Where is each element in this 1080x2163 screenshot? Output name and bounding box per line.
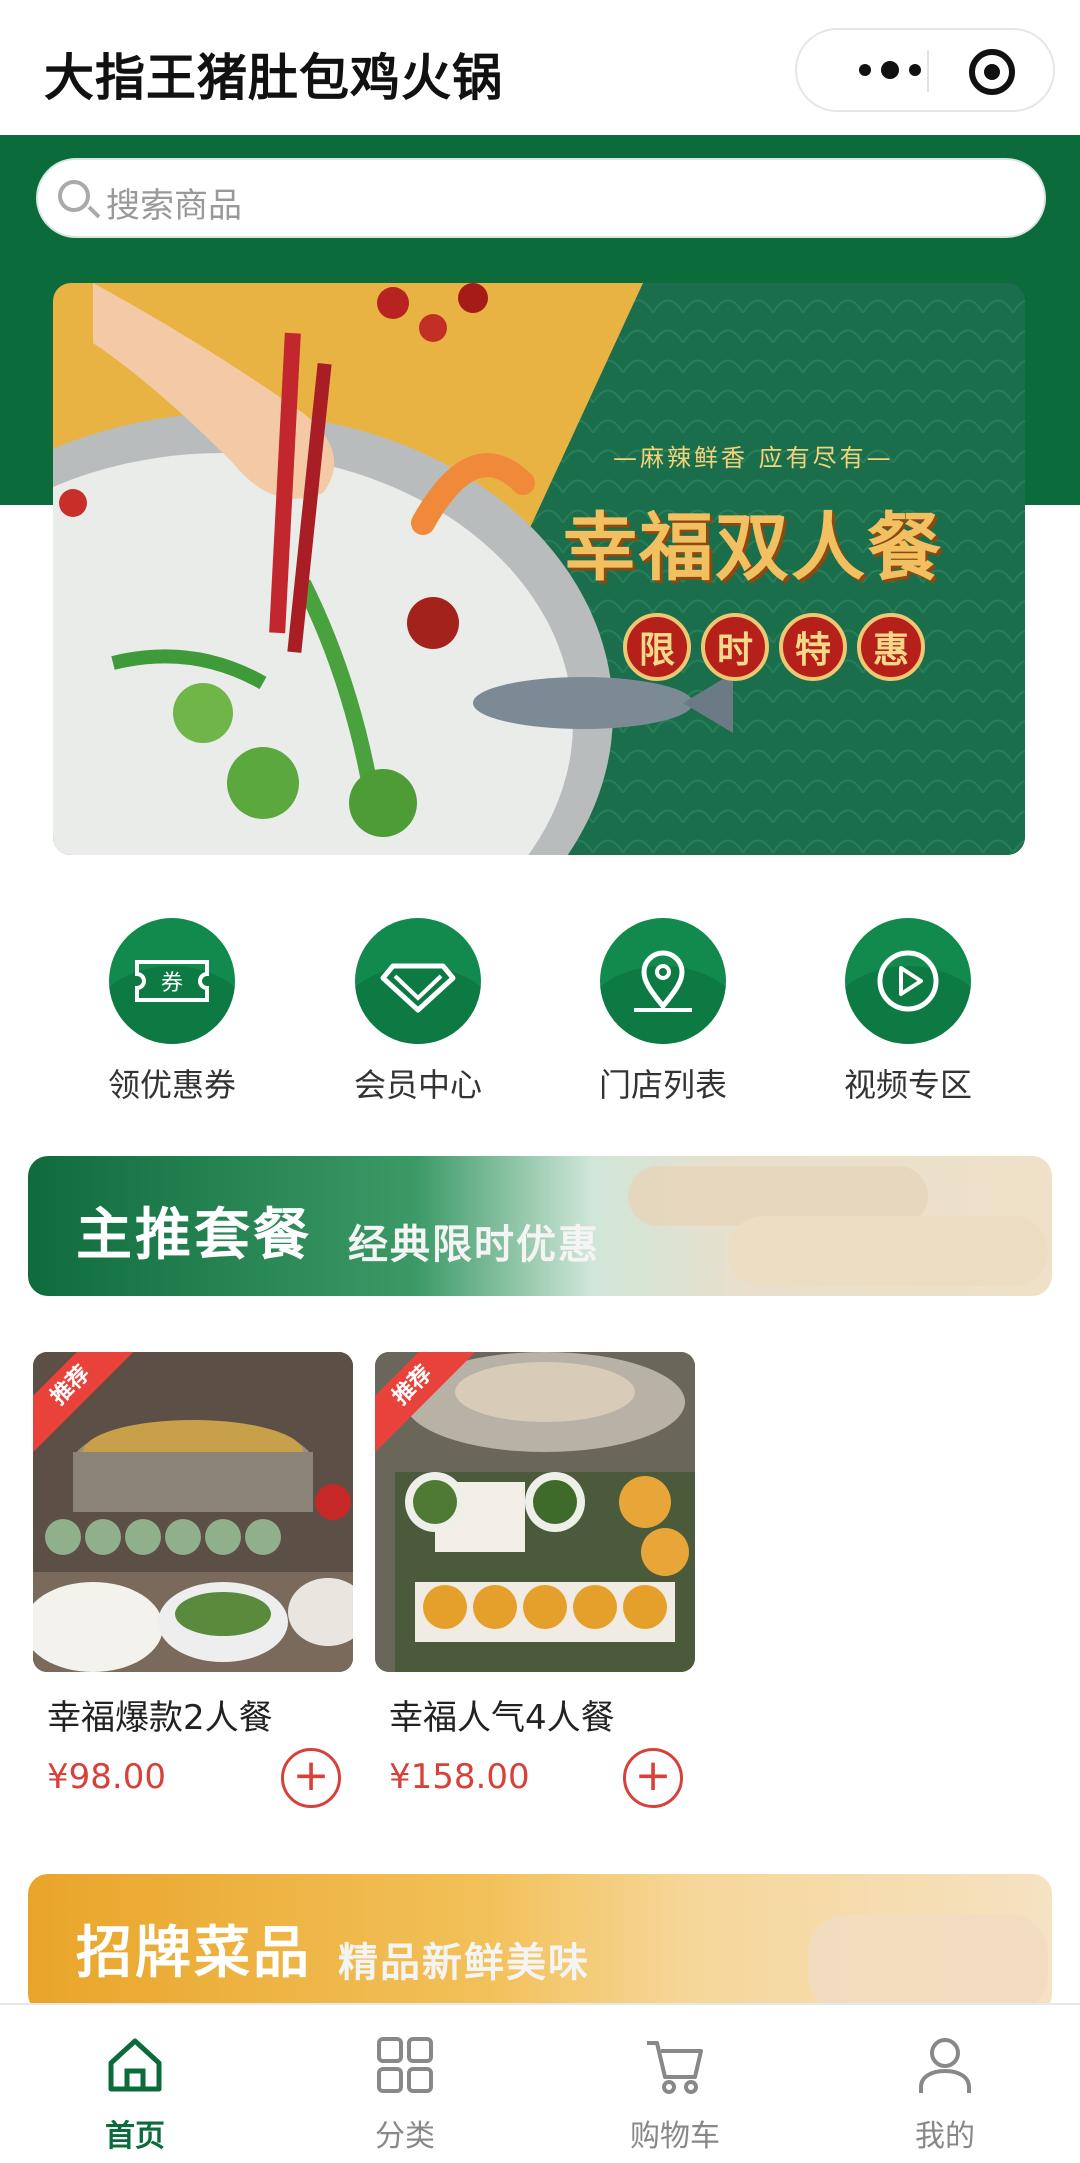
tab-label: 购物车: [630, 2119, 720, 2154]
tab-mine[interactable]: 我的: [845, 2033, 1045, 2155]
quick-menu: 券 领优惠券 会员中心 门店列表 视频专区: [0, 918, 1080, 1108]
banner-title: 幸福双人餐: [563, 505, 943, 591]
section-title: 招牌菜品: [76, 1921, 312, 1986]
add-to-cart-button[interactable]: +: [623, 1748, 683, 1808]
section-signature-banner[interactable]: 招牌菜品 精品新鲜美味: [28, 1874, 1052, 2014]
tab-label: 分类: [375, 2119, 435, 2154]
product-name: 幸福爆款2人餐: [47, 1698, 273, 1738]
tab-category[interactable]: 分类: [305, 2033, 505, 2155]
user-icon: [919, 2038, 971, 2093]
quick-item-coupon[interactable]: 券 领优惠券: [72, 918, 272, 1106]
search-bar[interactable]: 搜索商品: [36, 158, 1046, 238]
food-image: [808, 1914, 1048, 2014]
banner-subtitle: —麻辣鲜香 应有尽有—: [613, 444, 894, 472]
quick-item-label: 领优惠券: [107, 1066, 236, 1104]
banner-seal: 时: [701, 613, 769, 681]
promo-banner[interactable]: —麻辣鲜香 应有尽有— 幸福双人餐 限 时 特 惠: [53, 283, 1025, 855]
product-price: ¥98.00: [47, 1757, 166, 1797]
tab-cart[interactable]: 购物车: [575, 2033, 775, 2155]
banner-seal: 限: [623, 613, 691, 681]
coupon-icon: 券: [109, 918, 235, 1044]
page: 大指王猪肚包鸡火锅 搜索商品 —麻辣鲜香 应有尽有— 幸福双人餐 限 时 特 惠…: [0, 0, 1080, 2163]
product-image: 推荐: [33, 1352, 353, 1672]
banner-seals: 限 时 特 惠: [623, 613, 925, 681]
product-price: ¥158.00: [389, 1757, 530, 1797]
diamond-icon: [355, 918, 481, 1044]
banner-seal: 特: [779, 613, 847, 681]
section-subtitle: 精品新鲜美味: [338, 1940, 590, 1986]
tab-label: 我的: [915, 2119, 975, 2154]
quick-item-stores[interactable]: 门店列表: [563, 918, 763, 1106]
section-main-banner[interactable]: 主推套餐 经典限时优惠: [28, 1156, 1052, 1296]
section-title: 主推套餐: [76, 1203, 312, 1268]
svg-text:券: 券: [161, 971, 183, 996]
tab-label: 首页: [105, 2119, 165, 2154]
food-image: [728, 1216, 1048, 1286]
close-miniprogram-icon[interactable]: [969, 49, 1015, 95]
product-card[interactable]: 推荐 幸福爆款2人餐 ¥98.00 +: [33, 1352, 353, 1812]
quick-item-label: 门店列表: [598, 1066, 727, 1104]
play-icon: [845, 918, 971, 1044]
product-card[interactable]: 推荐 幸福人气4人餐 ¥158.00 +: [375, 1352, 695, 1812]
cart-icon: [647, 2041, 703, 2094]
capsule-menu: [795, 28, 1055, 112]
quick-item-label: 会员中心: [353, 1066, 482, 1104]
quick-item-label: 视频专区: [843, 1066, 972, 1104]
add-to-cart-button[interactable]: +: [281, 1748, 341, 1808]
mini-program-header: 大指王猪肚包鸡火锅: [0, 0, 1080, 135]
app-title: 大指王猪肚包鸡火锅: [44, 49, 503, 107]
grid-icon: [377, 2037, 433, 2093]
capsule-divider: [927, 50, 929, 92]
product-image: 推荐: [375, 1352, 695, 1672]
tab-home[interactable]: 首页: [35, 2033, 235, 2155]
quick-item-video[interactable]: 视频专区: [808, 918, 1008, 1106]
location-pin-icon: [600, 918, 726, 1044]
product-name: 幸福人气4人餐: [389, 1698, 615, 1738]
banner-seal: 惠: [857, 613, 925, 681]
bottom-tab-bar: 首页 分类 购物车 我的: [0, 2003, 1080, 2163]
search-placeholder: 搜索商品: [106, 186, 242, 226]
home-icon: [108, 2038, 162, 2092]
section-subtitle: 经典限时优惠: [348, 1222, 600, 1268]
quick-item-member[interactable]: 会员中心: [318, 918, 518, 1106]
search-icon: [58, 180, 90, 212]
